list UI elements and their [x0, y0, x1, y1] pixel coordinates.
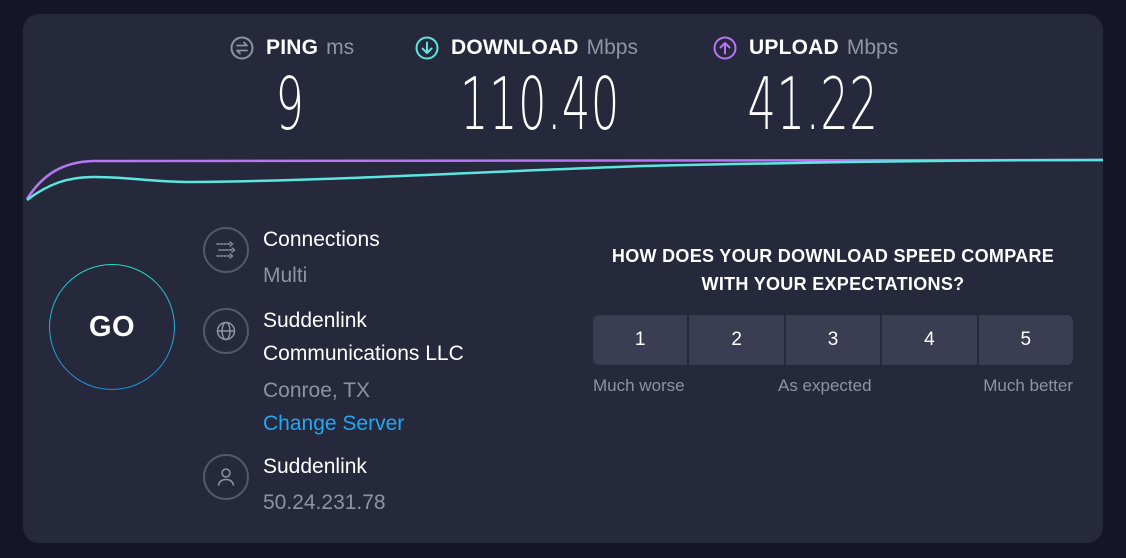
ping-label: PING [266, 36, 319, 59]
rating-labels: Much worse As expected Much better [593, 376, 1073, 398]
rating-option-2[interactable]: 2 [689, 315, 784, 365]
rating-option-4[interactable]: 4 [882, 315, 977, 365]
speedtest-panel: PING ms 9 DOWNLOAD Mbps 110.40 UPLOAD Mb… [23, 14, 1103, 543]
go-button-label: GO [88, 310, 136, 343]
go-button[interactable]: GO [49, 264, 175, 390]
survey-question-line2: WITH YOUR EXPECTATIONS? [701, 274, 965, 294]
connections-value[interactable]: Multi [263, 263, 307, 289]
user-icon [203, 454, 249, 500]
rating-scale: 1 2 3 4 5 [593, 315, 1073, 365]
download-label: DOWNLOAD [451, 36, 579, 59]
rating-option-1[interactable]: 1 [593, 315, 688, 365]
globe-icon [203, 308, 249, 354]
provider-name: Suddenlink [263, 455, 367, 478]
rating-label-high: Much better [983, 376, 1073, 395]
upload-unit: Mbps [846, 36, 899, 59]
download-metric: DOWNLOAD Mbps 110.40 [415, 34, 685, 144]
download-value: 110.40 [460, 62, 620, 146]
connections-icon [203, 227, 249, 273]
upload-speed-line [25, 158, 1103, 200]
upload-arrow-icon [713, 36, 737, 60]
server-location: Conroe, TX [263, 379, 370, 402]
rating-option-3[interactable]: 3 [785, 315, 881, 365]
rating-label-mid: As expected [778, 376, 872, 395]
speed-graph [25, 158, 1103, 201]
server-name-line1: Suddenlink [263, 309, 367, 332]
provider-ip: 50.24.231.78 [263, 491, 386, 514]
rating-label-low: Much worse [593, 376, 685, 395]
ping-metric: PING ms 9 [230, 34, 390, 144]
rating-option-5[interactable]: 5 [978, 315, 1073, 365]
ping-value: 9 [275, 62, 305, 146]
upload-metric: UPLOAD Mbps 41.22 [713, 34, 943, 144]
upload-label: UPLOAD [749, 36, 839, 59]
download-arrow-icon [415, 36, 439, 60]
download-speed-line [26, 158, 1103, 201]
change-server-link[interactable]: Change Server [263, 411, 404, 437]
survey-question-line1: HOW DOES YOUR DOWNLOAD SPEED COMPARE [611, 246, 1055, 266]
survey-question: HOW DOES YOUR DOWNLOAD SPEED COMPARE WIT… [583, 242, 1083, 298]
upload-value: 41.22 [747, 62, 879, 146]
ping-unit: ms [326, 36, 355, 59]
ping-arrows-icon [230, 36, 254, 60]
connections-title: Connections [263, 228, 380, 251]
download-unit: Mbps [586, 36, 638, 59]
server-name-line2: Communications LLC [263, 342, 464, 365]
